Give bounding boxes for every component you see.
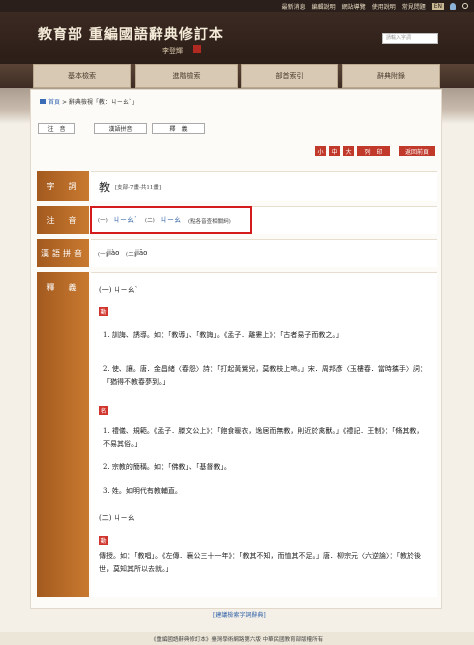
definition-verb-2: 2. 使、讓。唐．金昌緒〈春怨〉詩：「打起黃鶯兒，莫教枝上啼。」宋．周邦彥〈玉樓… xyxy=(103,365,427,386)
tab-definition[interactable]: 釋 義 xyxy=(152,123,205,134)
definition-heading-2: (二) ㄐㄧㄠ xyxy=(99,514,135,522)
definition-verb-1: 1. 訓誨、誘導。如：「教導」、「教誨」。《孟子．離婁上》：「古者易子而教之。」 xyxy=(103,331,343,339)
breadcrumb: 首頁 > 辭典檢視「教：ㄐㄧㄠˋ」 xyxy=(40,97,138,106)
site-title: 教育部 重編國語辭典修訂本 xyxy=(38,27,224,43)
signature: 李登輝 xyxy=(162,47,183,55)
breadcrumb-current: > 辭典檢視「教：ㄐㄧㄠˋ」 xyxy=(61,99,138,106)
nav-advanced-search[interactable]: 進階檢索 xyxy=(135,64,238,88)
highlight-box xyxy=(90,206,252,234)
headword-meta: [支部-7畫-共11畫] xyxy=(115,185,162,191)
font-medium-button[interactable]: 中 xyxy=(329,146,340,156)
definition-verb-3: 傳授。如：「教唱」。《左傳．襄公三十一年》：「教其不知，而恤其不足。」唐．柳宗元… xyxy=(99,552,421,573)
user-icon[interactable] xyxy=(450,2,456,10)
search-input[interactable]: 請輸入字詞 xyxy=(382,33,438,44)
language-toggle[interactable]: EN xyxy=(431,2,444,10)
sitemap-link[interactable]: 網站導覽 xyxy=(342,2,366,11)
top-bar: 最新消息 編輯說明 網站導覽 使用說明 常見問題 EN xyxy=(0,0,474,12)
footer: 《重編國語辭典修訂本》臺灣學術網路第六版 中華民國教育部版權所有 xyxy=(0,632,474,645)
seal-stamp xyxy=(193,45,201,53)
label-definition: 釋 義 xyxy=(37,272,89,597)
tab-zhuyin[interactable]: 注 音 xyxy=(38,123,75,134)
back-button[interactable]: 返回前頁 xyxy=(399,146,435,156)
banner: 教育部 重編國語辭典修訂本 李登輝 請輸入字詞 xyxy=(0,12,474,64)
feedback-link[interactable]: [建議檢索字詞辭典] xyxy=(213,610,266,619)
font-large-button[interactable]: 大 xyxy=(343,146,354,156)
pinyin-reading-1: jiào xyxy=(107,249,120,257)
editorial-link[interactable]: 編輯說明 xyxy=(312,2,336,11)
breadcrumb-home[interactable]: 首頁 xyxy=(48,99,60,106)
definition-heading-1: (一) ㄐㄧㄠˋ xyxy=(99,286,139,294)
news-link[interactable]: 最新消息 xyxy=(282,2,306,11)
headword: 教 xyxy=(99,181,110,194)
search-icon[interactable] xyxy=(462,3,468,9)
label-pinyin: 漢語拼音 xyxy=(37,239,89,267)
label-word: 字 詞 xyxy=(37,171,89,201)
nav-radical-index[interactable]: 部首索引 xyxy=(241,64,338,88)
definition-noun-3: 3. 姓。如明代有教輔直。 xyxy=(103,487,182,495)
font-small-button[interactable]: 小 xyxy=(315,146,326,156)
pos-noun-badge: 名 xyxy=(99,406,108,415)
pos-verb-badge-2: 動 xyxy=(99,536,108,545)
faq-link[interactable]: 常見問題 xyxy=(402,2,426,11)
nav-basic-search[interactable]: 基本檢索 xyxy=(33,64,131,88)
home-icon xyxy=(40,99,46,104)
label-zhuyin: 注 音 xyxy=(37,206,89,234)
pinyin-reading-2: jiāo xyxy=(135,249,148,257)
pos-verb-badge: 動 xyxy=(99,307,108,316)
definition-noun-2: 2. 宗教的簡稱。如：「佛教」、「基督教」。 xyxy=(103,463,231,471)
tab-pinyin[interactable]: 漢語拼音 xyxy=(94,123,147,134)
print-button[interactable]: 列 印 xyxy=(357,146,390,156)
definition-noun-1: 1. 禮儀、規範。《孟子．滕文公上》：「飽食暖衣，逸居而無教，則近於禽獸。」《禮… xyxy=(103,427,424,448)
usage-link[interactable]: 使用說明 xyxy=(372,2,396,11)
nav-appendix[interactable]: 辭典附錄 xyxy=(342,64,440,88)
